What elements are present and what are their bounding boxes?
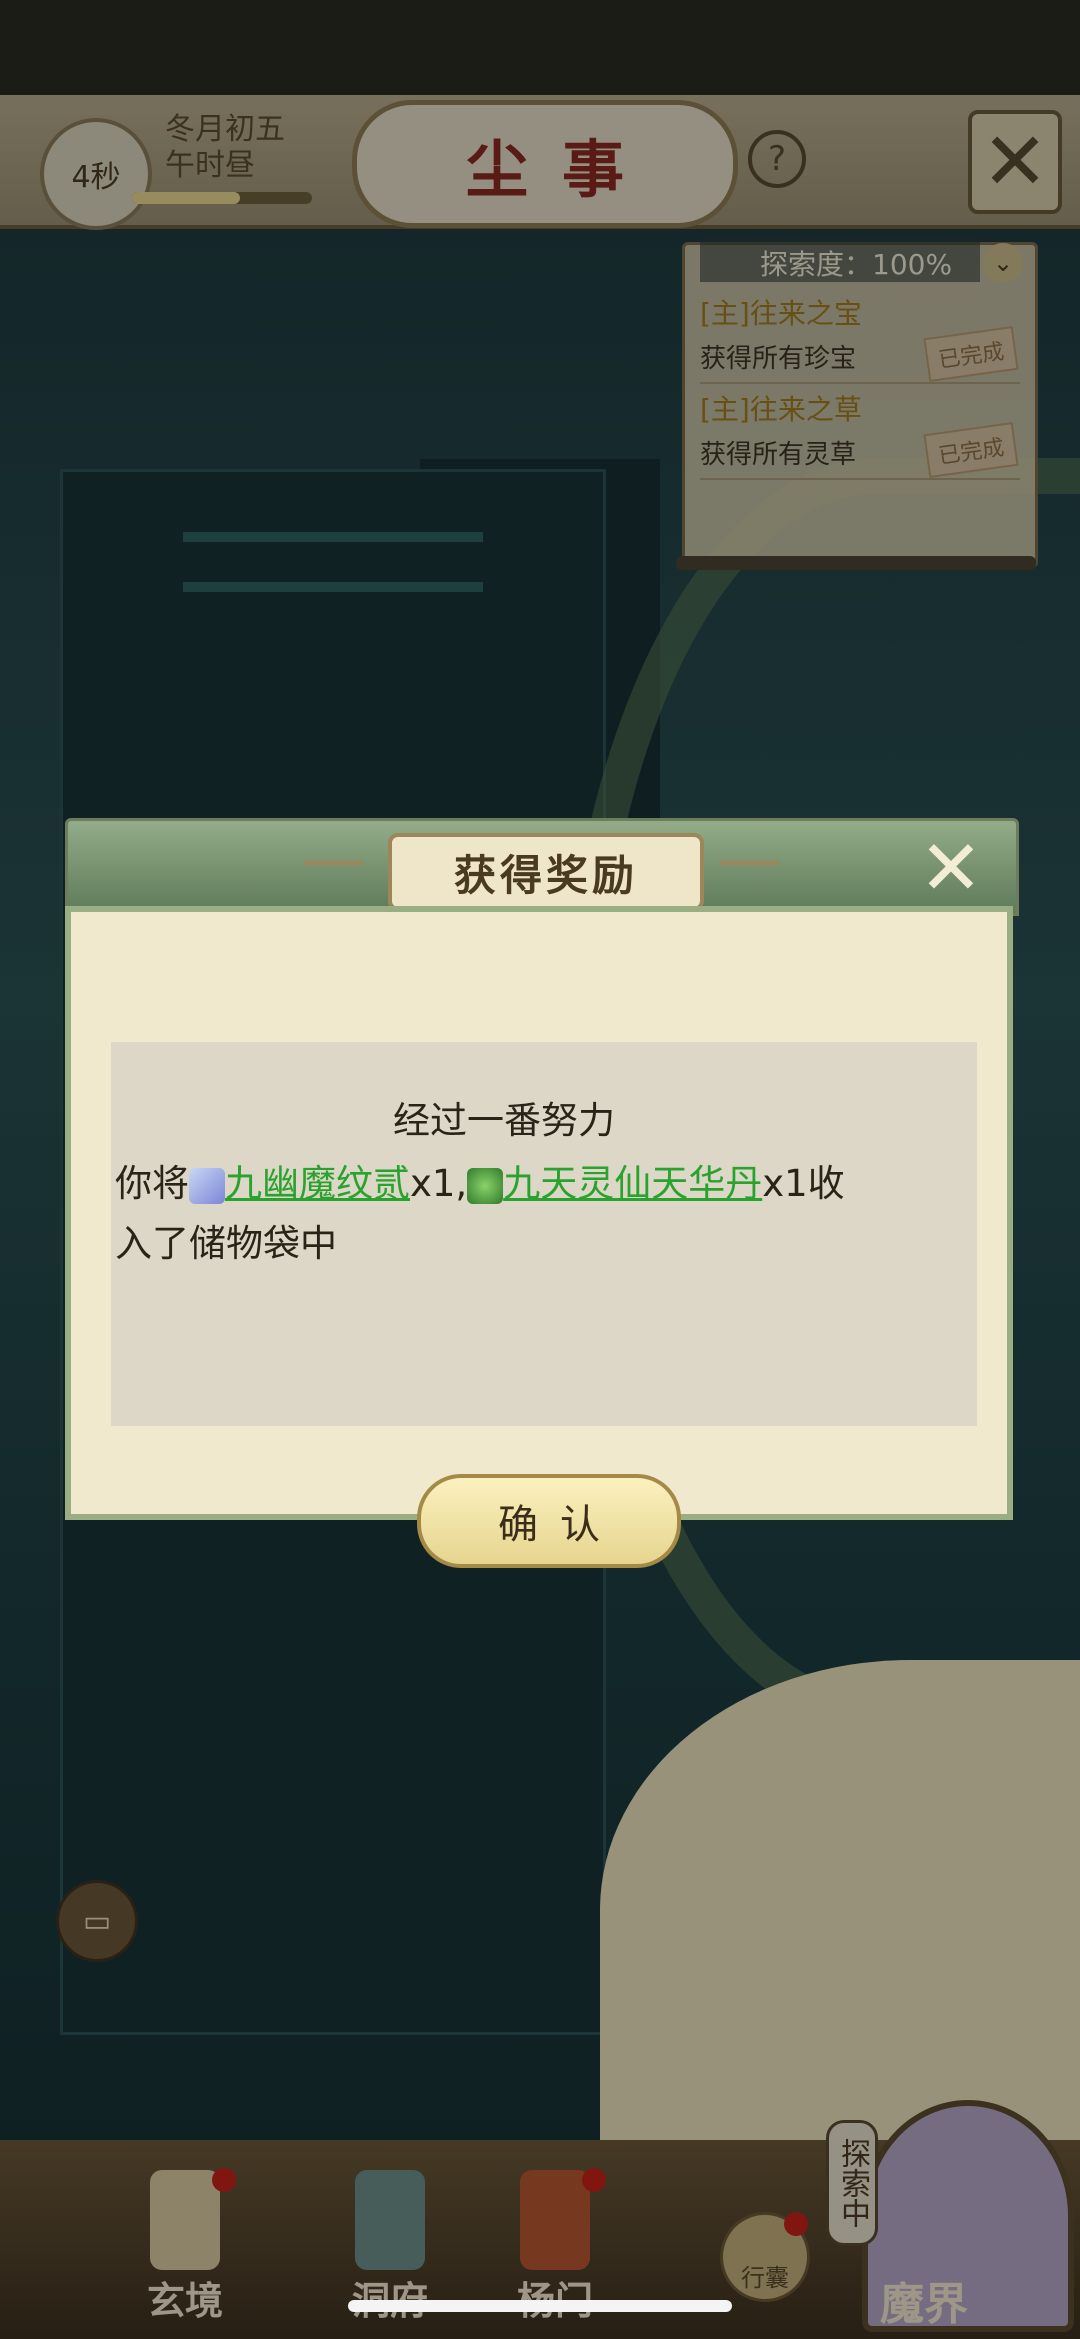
dialog-header: 获得奖励 ✕ — [65, 818, 1019, 916]
message-line: 经过一番努力 — [393, 1099, 615, 1142]
game-scene: 4秒 冬月初五 午时昼 尘事 ? ✕ 探索度：100% ⌄ [主]往来之宝 获得… — [0, 0, 1080, 2339]
confirm-button[interactable]: 确认 — [417, 1474, 681, 1568]
dialog-title-plate: 获得奖励 — [388, 833, 704, 911]
reward-dialog: 获得奖励 ✕ 经过一番努力 你将 九幽魔纹贰x1, 九天灵仙天华丹x1收入了储物袋中… — [65, 818, 1019, 1568]
dialog-title: 获得奖励 — [453, 850, 638, 900]
message-suffix: 入了储物袋中 — [115, 1222, 337, 1265]
pill-icon — [467, 1167, 504, 1204]
reward-qty-2: x1收 — [762, 1162, 845, 1205]
dialog-body: 经过一番努力 你将 九幽魔纹贰x1, 九天灵仙天华丹x1收入了储物袋中 确认 — [65, 906, 1013, 1568]
title-decoration — [304, 861, 364, 865]
reward-link-1[interactable]: 九幽魔纹贰 — [225, 1162, 410, 1205]
reward-qty-1: x1, — [410, 1162, 468, 1205]
reward-link-2[interactable]: 九天灵仙天华丹 — [503, 1162, 762, 1205]
home-indicator[interactable] — [348, 2300, 732, 2312]
reward-message: 你将 九幽魔纹贰x1, 九天灵仙天华丹x1收入了储物袋中 — [115, 1154, 935, 1274]
message-prefix: 你将 — [115, 1162, 189, 1205]
title-decoration — [720, 861, 780, 865]
close-icon[interactable]: ✕ — [908, 825, 994, 911]
confirm-label: 确认 — [498, 1502, 622, 1548]
talisman-icon — [189, 1167, 225, 1204]
